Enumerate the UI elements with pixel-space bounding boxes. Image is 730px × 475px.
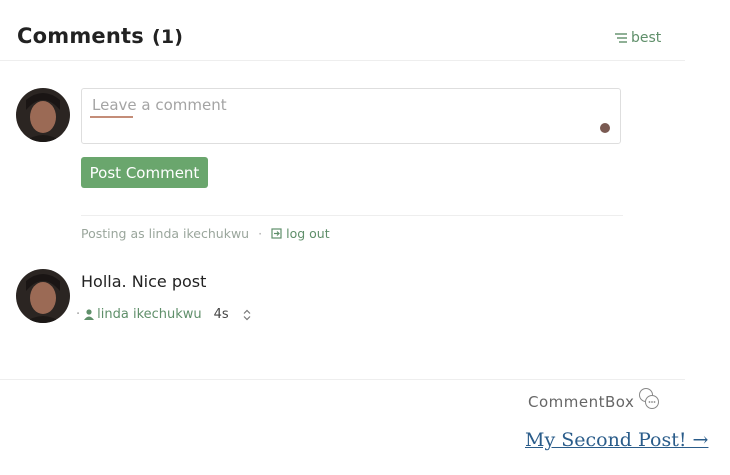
comment-input[interactable] [90, 95, 574, 115]
session-info: Posting as linda ikechukwu · log out [81, 226, 330, 241]
spellcheck-underline [90, 116, 133, 118]
user-icon [84, 309, 95, 320]
sort-label: best [631, 30, 662, 46]
meta-bullet: · [76, 307, 81, 322]
editor-indicator-icon [600, 123, 610, 133]
composer-divider [81, 215, 623, 216]
vote-chevrons-icon[interactable] [243, 309, 251, 321]
sort-dropdown[interactable]: best [614, 30, 661, 46]
comment-avatar [16, 269, 70, 323]
header-divider [0, 60, 685, 61]
separator: · [258, 226, 263, 241]
logout-icon [271, 228, 282, 239]
logout-link[interactable]: log out [271, 226, 330, 241]
comment-meta: · linda ikechukwu 4s [76, 307, 251, 322]
comments-title: Comments [17, 24, 144, 48]
footer-divider [0, 379, 685, 380]
speech-bubbles-icon [639, 388, 660, 409]
comment-box[interactable] [81, 88, 621, 144]
commentbox-brand[interactable]: CommentBox [528, 388, 661, 412]
logout-label: log out [286, 226, 330, 241]
posting-as-text: Posting as linda ikechukwu [81, 226, 250, 241]
avatar [16, 88, 70, 142]
next-post-link[interactable]: My Second Post! → [525, 429, 708, 451]
comments-count: (1) [151, 26, 184, 48]
sort-lines-icon [615, 33, 627, 43]
comment-time: 4s [213, 307, 229, 322]
brand-name: CommentBox [528, 393, 635, 411]
post-comment-button[interactable]: Post Comment [81, 157, 208, 188]
comment-text: Holla. Nice post [81, 272, 207, 291]
comment-author[interactable]: linda ikechukwu [97, 307, 202, 322]
comments-heading: Comments (1) [17, 24, 183, 48]
